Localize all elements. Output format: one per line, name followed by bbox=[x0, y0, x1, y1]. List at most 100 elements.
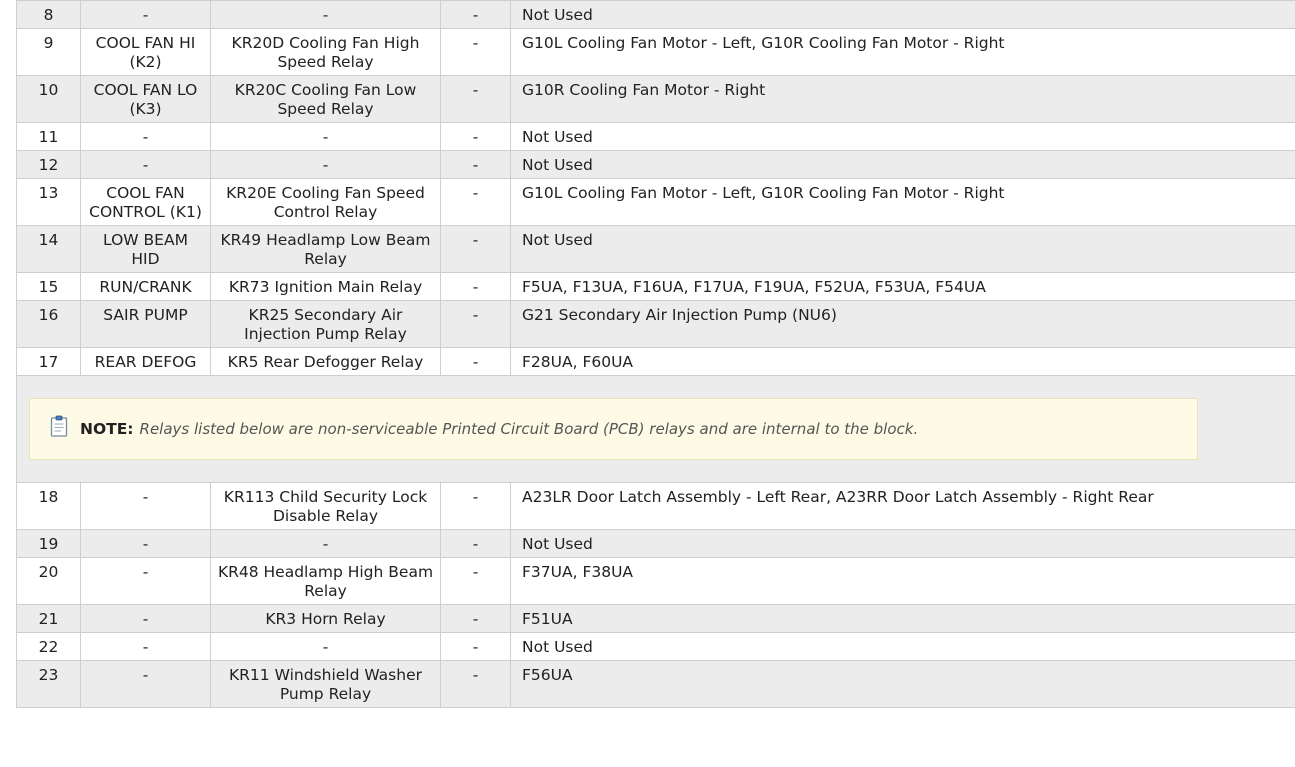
relay-number-cell: 21 bbox=[16, 604, 81, 633]
relay-number-cell: 16 bbox=[16, 300, 81, 348]
relay-name-cell: COOL FAN LO (K3) bbox=[80, 75, 211, 123]
table-row: 15 RUN/CRANK KR73 Ignition Main Relay - F5UA… bbox=[16, 272, 1295, 301]
relay-description-cell: KR20D Cooling Fan High Speed Relay bbox=[210, 28, 441, 76]
relay-misc-cell: - bbox=[440, 178, 511, 226]
circuit-fed-cell: F5UA, F13UA, F16UA, F17UA, F19UA, F52UA,… bbox=[510, 272, 1295, 301]
table-row: 23- KR11 Windshield Washer Pump Relay - F56… bbox=[16, 660, 1295, 708]
relay-number-cell: 12 bbox=[16, 150, 81, 179]
circuit-fed-cell: Not Used bbox=[510, 529, 1295, 558]
page: 8- - - Not Used 9 COOL FAN HI (K2) KR20D Cooli… bbox=[0, 0, 1295, 767]
table-row: 22- - - Not Used bbox=[16, 632, 1295, 661]
relay-misc-cell: - bbox=[440, 272, 511, 301]
table-row: 20- KR48 Headlamp High Beam Relay - F37UA, … bbox=[16, 557, 1295, 605]
table-row: 21- KR3 Horn Relay - F51UA bbox=[16, 604, 1295, 633]
relay-description-cell: KR25 Secondary Air Injection Pump Relay bbox=[210, 300, 441, 348]
table-row: 8- - - Not Used bbox=[16, 0, 1295, 29]
circuit-fed-cell: G10R Cooling Fan Motor - Right bbox=[510, 75, 1295, 123]
relay-name-cell: - bbox=[80, 150, 211, 179]
circuit-fed-cell: F56UA bbox=[510, 660, 1295, 708]
relay-number-cell: 19 bbox=[16, 529, 81, 558]
note-label: NOTE: bbox=[80, 419, 134, 438]
circuit-fed-cell: G21 Secondary Air Injection Pump (NU6) bbox=[510, 300, 1295, 348]
relay-misc-cell: - bbox=[440, 482, 511, 530]
note-cell: NOTE: Relays listed below are non-servic… bbox=[16, 375, 1295, 483]
table-row: 18- KR113 Child Security Lock Disable Rel… bbox=[16, 482, 1295, 530]
circuit-fed-cell: Not Used bbox=[510, 122, 1295, 151]
circuit-fed-cell: A23LR Door Latch Assembly - Left Rear, A… bbox=[510, 482, 1295, 530]
relay-number-cell: 17 bbox=[16, 347, 81, 376]
note-box: NOTE: Relays listed below are non-servic… bbox=[29, 398, 1198, 460]
relay-misc-cell: - bbox=[440, 300, 511, 348]
relay-description-cell: KR11 Windshield Washer Pump Relay bbox=[210, 660, 441, 708]
relay-description-cell: - bbox=[210, 632, 441, 661]
note-section: NOTE: Relays listed below are non-servic… bbox=[16, 375, 1295, 483]
table-row: 9 COOL FAN HI (K2) KR20D Cooling Fan High … bbox=[16, 28, 1295, 76]
relay-name-cell: - bbox=[80, 482, 211, 530]
relay-number-cell: 8 bbox=[16, 0, 81, 29]
relay-name-cell: - bbox=[80, 660, 211, 708]
circuit-fed-cell: G10L Cooling Fan Motor - Left, G10R Cool… bbox=[510, 178, 1295, 226]
relay-name-cell: LOW BEAM HID bbox=[80, 225, 211, 273]
relay-name-cell: SAIR PUMP bbox=[80, 300, 211, 348]
relay-number-cell: 10 bbox=[16, 75, 81, 123]
relay-description-cell: KR73 Ignition Main Relay bbox=[210, 272, 441, 301]
table-row: 13 COOL FAN CONTROL (K1) KR20E Cooling Fan… bbox=[16, 178, 1295, 226]
table-row: 19- - - Not Used bbox=[16, 529, 1295, 558]
relay-number-cell: 18 bbox=[16, 482, 81, 530]
relay-name-cell: COOL FAN HI (K2) bbox=[80, 28, 211, 76]
table-row: 10 COOL FAN LO (K3) KR20C Cooling Fan Low … bbox=[16, 75, 1295, 123]
circuit-fed-cell: F28UA, F60UA bbox=[510, 347, 1295, 376]
relay-name-cell: RUN/CRANK bbox=[80, 272, 211, 301]
relay-name-cell: - bbox=[80, 557, 211, 605]
note-text: Relays listed below are non-serviceable … bbox=[139, 419, 919, 438]
relay-misc-cell: - bbox=[440, 529, 511, 558]
relay-description-cell: KR5 Rear Defogger Relay bbox=[210, 347, 441, 376]
relay-description-cell: KR48 Headlamp High Beam Relay bbox=[210, 557, 441, 605]
relay-description-cell: KR49 Headlamp Low Beam Relay bbox=[210, 225, 441, 273]
table-row: 11- - - Not Used bbox=[16, 122, 1295, 151]
relay-name-cell: - bbox=[80, 632, 211, 661]
relay-name-cell: COOL FAN CONTROL (K1) bbox=[80, 178, 211, 226]
circuit-fed-cell: F51UA bbox=[510, 604, 1295, 633]
relay-name-cell: - bbox=[80, 122, 211, 151]
table-row: 16 SAIR PUMP KR25 Secondary Air Injection … bbox=[16, 300, 1295, 348]
relay-table-body-top: 8- - - Not Used 9 COOL FAN HI (K2) KR20D Cooli… bbox=[16, 0, 1295, 376]
page-bottom-edge bbox=[0, 762, 1295, 767]
relay-misc-cell: - bbox=[440, 0, 511, 29]
relay-misc-cell: - bbox=[440, 347, 511, 376]
relay-misc-cell: - bbox=[440, 557, 511, 605]
relay-misc-cell: - bbox=[440, 660, 511, 708]
relay-description-cell: - bbox=[210, 150, 441, 179]
circuit-fed-cell: G10L Cooling Fan Motor - Left, G10R Cool… bbox=[510, 28, 1295, 76]
circuit-fed-cell: Not Used bbox=[510, 632, 1295, 661]
relay-table-body-bottom: 18- KR113 Child Security Lock Disable Rel… bbox=[16, 482, 1295, 708]
relay-description-cell: KR20E Cooling Fan Speed Control Relay bbox=[210, 178, 441, 226]
relay-number-cell: 20 bbox=[16, 557, 81, 605]
relay-misc-cell: - bbox=[440, 632, 511, 661]
relay-name-cell: - bbox=[80, 529, 211, 558]
relay-name-cell: - bbox=[80, 0, 211, 29]
relay-description-cell: KR113 Child Security Lock Disable Relay bbox=[210, 482, 441, 530]
relay-misc-cell: - bbox=[440, 604, 511, 633]
relay-misc-cell: - bbox=[440, 75, 511, 123]
circuit-fed-cell: F37UA, F38UA bbox=[510, 557, 1295, 605]
note-row: NOTE: Relays listed below are non-servic… bbox=[16, 375, 1295, 483]
circuit-fed-cell: Not Used bbox=[510, 225, 1295, 273]
relay-misc-cell: - bbox=[440, 150, 511, 179]
relay-name-cell: REAR DEFOG bbox=[80, 347, 211, 376]
relay-misc-cell: - bbox=[440, 28, 511, 76]
circuit-fed-cell: Not Used bbox=[510, 150, 1295, 179]
relay-description-cell: - bbox=[210, 122, 441, 151]
relay-number-cell: 9 bbox=[16, 28, 81, 76]
relay-number-cell: 22 bbox=[16, 632, 81, 661]
clipboard-note-icon bbox=[50, 415, 68, 437]
relay-description-cell: - bbox=[210, 0, 441, 29]
relay-description-cell: KR3 Horn Relay bbox=[210, 604, 441, 633]
table-row: 14 LOW BEAM HID KR49 Headlamp Low Beam Rel… bbox=[16, 225, 1295, 273]
relay-number-cell: 23 bbox=[16, 660, 81, 708]
circuit-fed-cell: Not Used bbox=[510, 0, 1295, 29]
relay-number-cell: 15 bbox=[16, 272, 81, 301]
relay-number-cell: 13 bbox=[16, 178, 81, 226]
relay-name-cell: - bbox=[80, 604, 211, 633]
relay-table: 8- - - Not Used 9 COOL FAN HI (K2) KR20D Cooli… bbox=[16, 0, 1295, 708]
